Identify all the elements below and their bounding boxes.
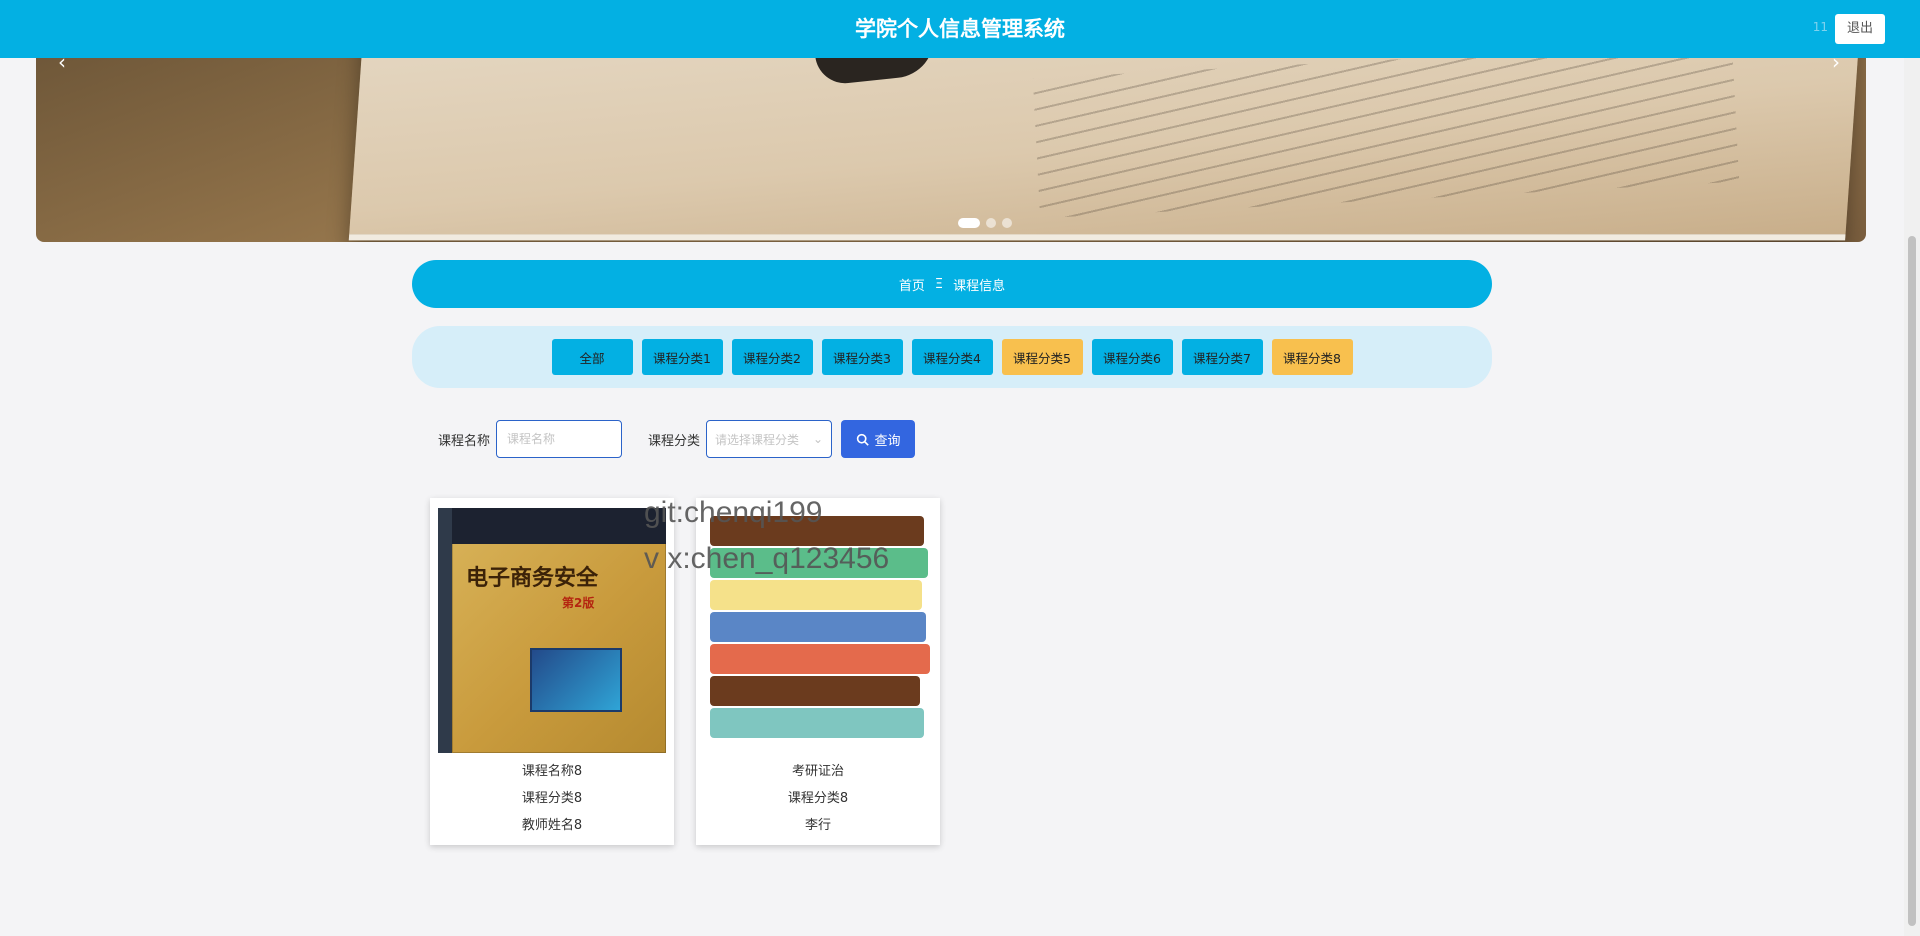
logout-button[interactable]: 退出	[1835, 14, 1885, 44]
course-category-label: 课程分类	[648, 433, 701, 449]
category-2[interactable]: 课程分类2	[731, 339, 813, 375]
query-button-label: 查询	[874, 433, 901, 449]
breadcrumb-home[interactable]: 首页	[899, 275, 925, 294]
book-stack-layer	[710, 644, 930, 674]
cover-edition: 第2版	[562, 596, 595, 610]
chevron-down-icon: ⌄	[812, 432, 824, 446]
carousel-indicators	[958, 218, 1012, 228]
search-bar: 课程名称 课程分类 请选择课程分类 ⌄ 查询	[438, 420, 916, 458]
watermark: git:chenqi199 v x:chen_q123456	[644, 490, 889, 582]
book-stack-layer	[710, 612, 926, 642]
course-cover-image: 电子商务安全 第2版	[438, 508, 666, 753]
carousel-dot-1[interactable]	[958, 218, 980, 228]
course-card[interactable]: 电子商务安全 第2版 课程名称8 课程分类8 教师姓名8	[430, 498, 674, 845]
breadcrumb-separator-icon: Ξ	[934, 276, 944, 292]
course-name: 考研证治	[791, 764, 844, 779]
category-4[interactable]: 课程分类4	[911, 339, 993, 375]
course-teacher: 李行	[804, 818, 831, 833]
course-name-label: 课程名称	[438, 433, 491, 449]
breadcrumb: 首页 Ξ 课程信息	[412, 260, 1492, 308]
course-name-input[interactable]	[496, 420, 623, 458]
category-1[interactable]: 课程分类1	[641, 339, 723, 375]
top-bar: 学院个人信息管理系统 11 退出	[0, 0, 1920, 58]
book-stack-layer	[710, 676, 920, 706]
category-5[interactable]: 课程分类5	[1001, 339, 1083, 375]
category-6[interactable]: 课程分类6	[1091, 339, 1173, 375]
category-filter: 全部 课程分类1 课程分类2 课程分类3 课程分类4 课程分类5 课程分类6 课…	[412, 326, 1492, 388]
carousel-dot-3[interactable]	[1002, 218, 1012, 228]
breadcrumb-current: 课程信息	[953, 278, 1006, 294]
query-button[interactable]: 查询	[841, 420, 916, 458]
course-category: 课程分类8	[521, 791, 583, 806]
book-stack-layer	[710, 708, 924, 738]
course-name: 课程名称8	[521, 764, 583, 779]
page-scrollbar[interactable]	[1904, 0, 1920, 936]
cover-illustration	[530, 648, 622, 712]
category-7[interactable]: 课程分类7	[1181, 339, 1263, 375]
banner-carousel: ‹ ›	[36, 40, 1866, 242]
course-category-placeholder: 请选择课程分类	[715, 432, 800, 447]
category-3[interactable]: 课程分类3	[821, 339, 903, 375]
cover-title: 电子商务安全	[466, 565, 599, 591]
course-teacher: 教师姓名8	[521, 818, 583, 833]
scrollbar-thumb[interactable]	[1908, 236, 1916, 926]
app-title: 学院个人信息管理系统	[855, 17, 1065, 41]
course-category-select[interactable]: 请选择课程分类 ⌄	[706, 420, 833, 458]
watermark-line-2: v x:chen_q123456	[644, 542, 890, 575]
search-icon	[856, 433, 869, 446]
category-all[interactable]: 全部	[551, 339, 633, 375]
cover-top-band	[452, 508, 666, 544]
watermark-line-1: git:chenqi199	[644, 496, 823, 529]
book-stack-layer	[710, 580, 922, 610]
carousel-dot-2[interactable]	[986, 218, 996, 228]
category-8[interactable]: 课程分类8	[1271, 339, 1353, 375]
course-category: 课程分类8	[787, 791, 849, 806]
user-name: 11	[1812, 20, 1828, 34]
